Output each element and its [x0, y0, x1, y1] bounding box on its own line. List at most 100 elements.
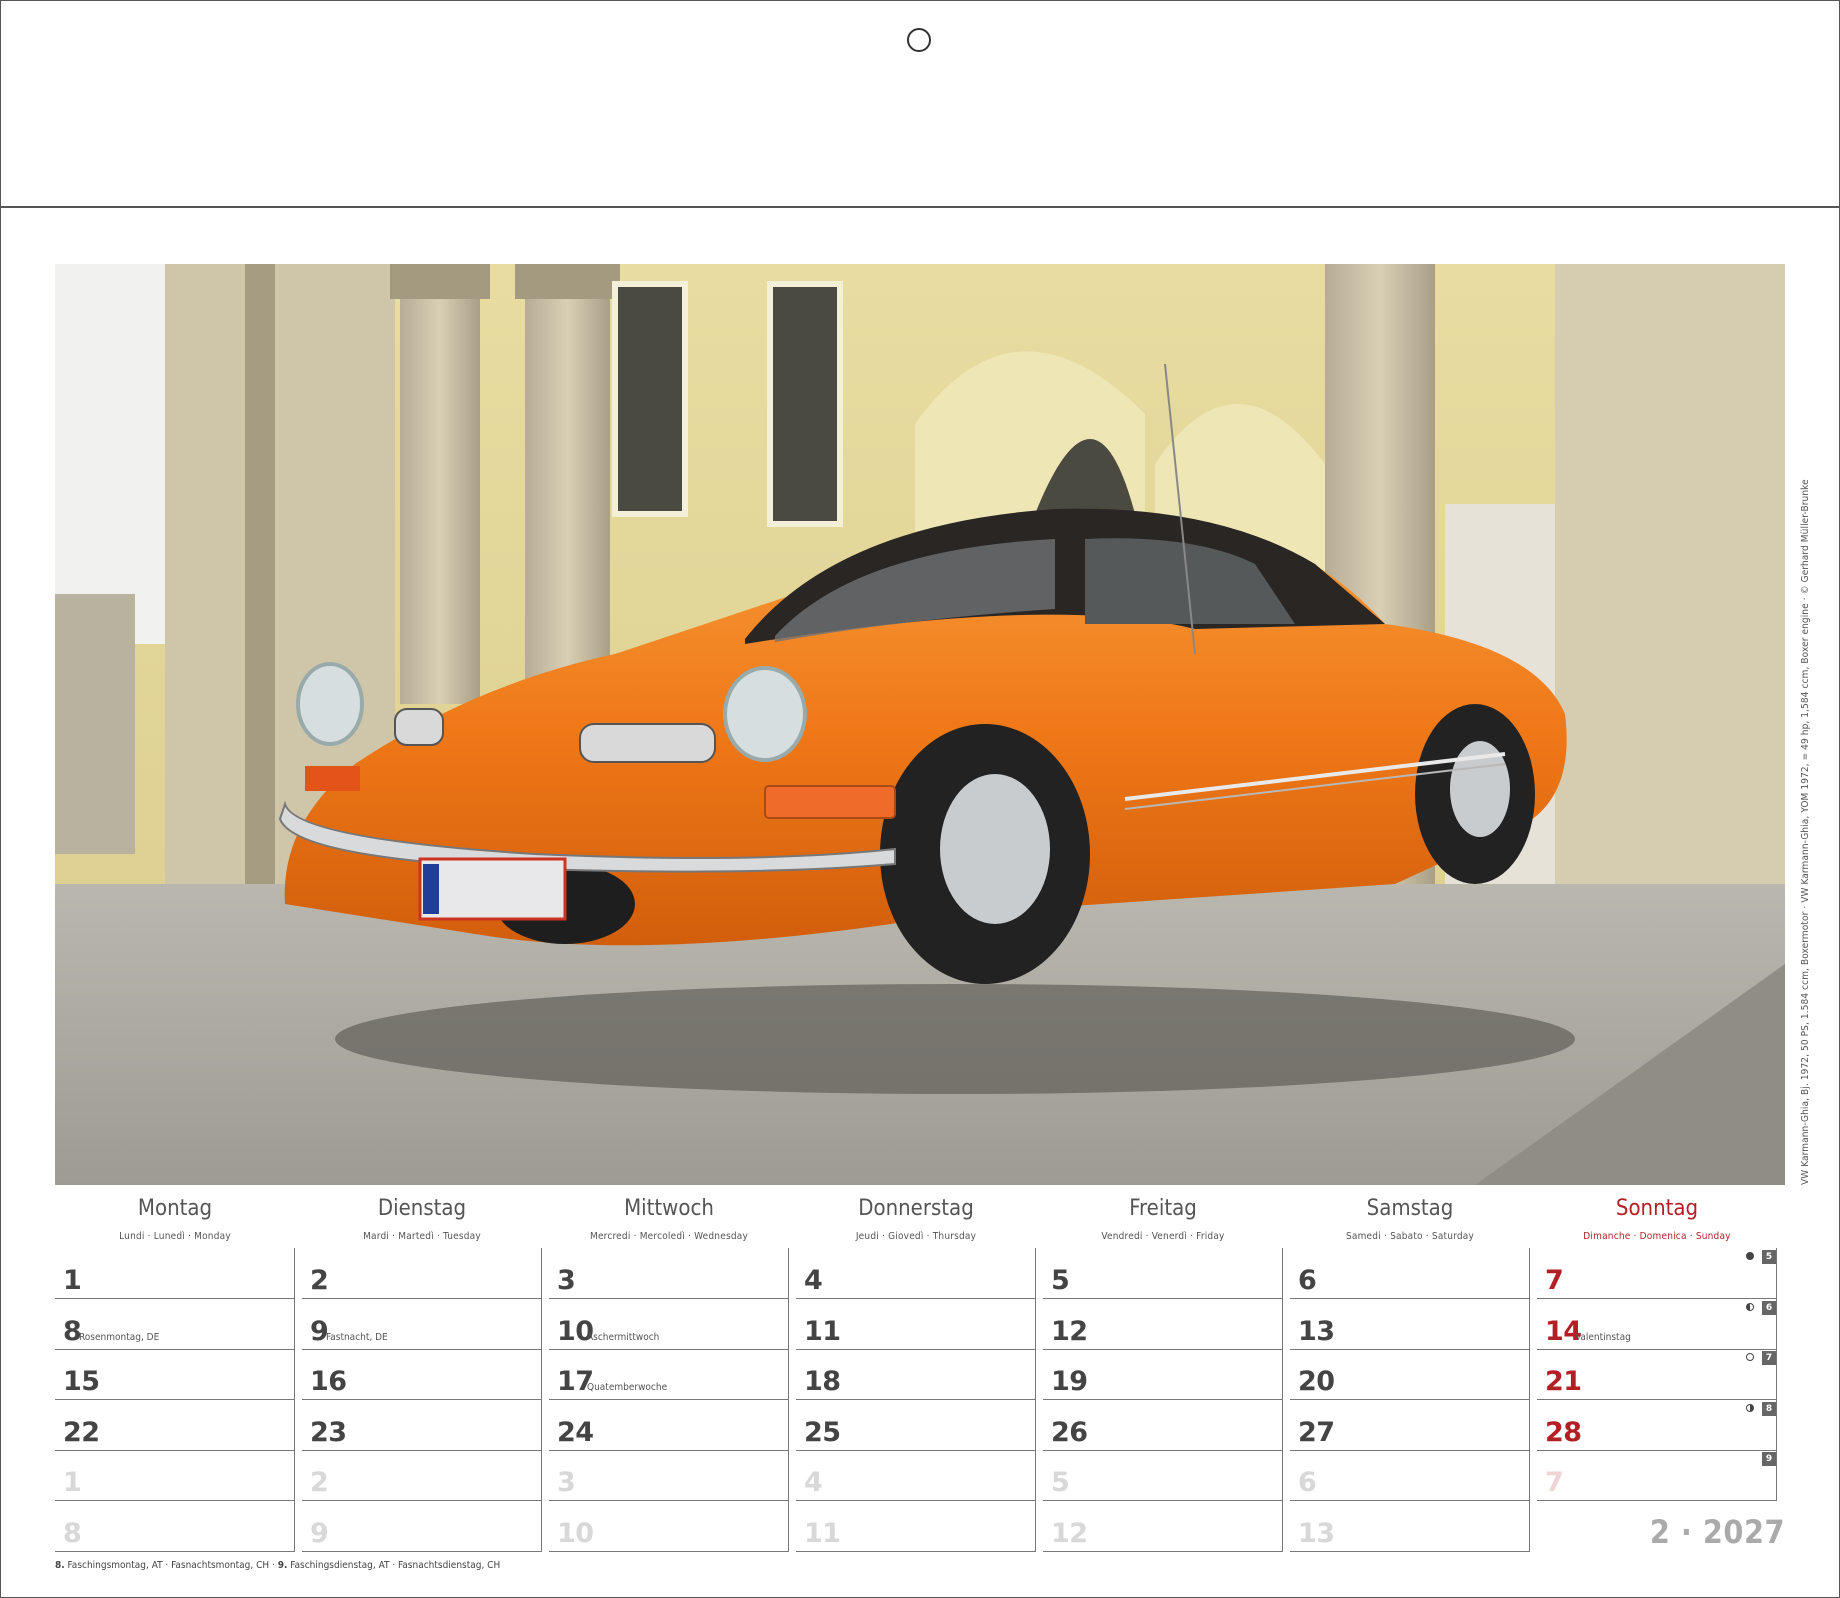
day-cell[interactable]: 8 Rosenmontag, DE [55, 1298, 295, 1350]
day-cell[interactable]: 12 [1043, 1298, 1283, 1350]
weekday-name: Sonntag [1615, 1196, 1699, 1221]
weekday-translations: Dimanche · Domenica · Sunday [1583, 1231, 1731, 1242]
weekday-dienstag: Dienstag Mardi · Martedì · Tuesday [302, 1196, 542, 1242]
weekday-samstag: Samstag Samedi · Sabato · Saturday [1290, 1196, 1530, 1242]
day-cell[interactable]: 3 [549, 1248, 789, 1299]
holiday-footnote: 8. Faschingsmontag, AT · Fasnachtsmontag… [55, 1560, 500, 1571]
day-cell[interactable]: 6 [1290, 1450, 1530, 1501]
weekday-name: Donnerstag [858, 1196, 974, 1221]
day-number: 8 [63, 1517, 82, 1549]
day-number: 2 [310, 1265, 329, 1296]
day-number: 27 [1298, 1416, 1335, 1448]
footnote-text-2: Faschingsdienstag, AT · Fasnachtsdiensta… [287, 1560, 501, 1571]
weekday-donnerstag: Donnerstag Jeudi · Giovedì · Thursday [796, 1196, 1036, 1242]
day-cell[interactable]: 17 Quatemberwoche [549, 1349, 789, 1400]
day-cell[interactable]: 24 [549, 1399, 789, 1451]
day-number: 11 [804, 1315, 841, 1347]
day-cell[interactable]: 5 [1043, 1450, 1283, 1501]
week-number-badge: 5 [1762, 1250, 1776, 1264]
day-cell[interactable]: 13 [1290, 1500, 1530, 1552]
day-number: 23 [310, 1416, 347, 1448]
footnote-text-1: Faschingsmontag, AT · Fasnachtsmontag, C… [64, 1560, 278, 1571]
day-number: 6 [1298, 1265, 1317, 1296]
day-cell[interactable]: 28 8 [1537, 1399, 1777, 1451]
day-number: 7 [1545, 1467, 1564, 1498]
week-number-badge: 9 [1762, 1452, 1776, 1466]
weekday-name: Dienstag [377, 1196, 467, 1221]
day-number: 21 [1545, 1366, 1582, 1397]
day-number: 28 [1545, 1416, 1582, 1448]
day-number: 18 [804, 1366, 841, 1397]
day-cell[interactable]: 12 [1043, 1500, 1283, 1552]
day-cell[interactable]: 8 [55, 1500, 295, 1552]
holiday-note: Rosenmontag, DE [79, 1331, 160, 1343]
day-number: 16 [310, 1366, 347, 1397]
day-cell[interactable]: 11 [796, 1500, 1036, 1552]
day-number: 7 [1545, 1265, 1564, 1296]
day-cell[interactable]: 15 [55, 1349, 295, 1400]
day-cell[interactable]: 26 [1043, 1399, 1283, 1451]
hanger-strip [0, 0, 1840, 208]
day-cell[interactable]: 23 [302, 1399, 542, 1451]
day-cell[interactable]: 6 [1290, 1248, 1530, 1299]
day-cell[interactable]: 4 [796, 1450, 1036, 1501]
day-cell[interactable]: 1 [55, 1450, 295, 1501]
day-cell[interactable]: 10 [549, 1500, 789, 1552]
holiday-note: Valentinstag [1575, 1331, 1631, 1343]
weekday-name: Mittwoch [624, 1196, 714, 1221]
day-cell[interactable]: 4 [796, 1248, 1036, 1299]
day-number: 4 [804, 1467, 823, 1498]
day-number: 5 [1051, 1265, 1070, 1296]
day-cell[interactable]: 13 [1290, 1298, 1530, 1350]
day-number: 15 [63, 1366, 100, 1397]
weekday-header-row: Montag Lundi · Lunedì · Monday Dienstag Mar… [55, 1196, 1785, 1248]
day-cell[interactable]: 10 Aschermittwoch [549, 1298, 789, 1350]
day-number: 12 [1051, 1517, 1088, 1549]
week-number-badge: 6 [1762, 1300, 1776, 1315]
day-cell[interactable]: 27 [1290, 1399, 1530, 1451]
day-cell[interactable]: 79 [1537, 1450, 1777, 1501]
day-cell[interactable]: 9 [302, 1500, 542, 1552]
day-cell[interactable]: 2 [302, 1450, 542, 1501]
day-number: 20 [1298, 1366, 1335, 1397]
day-cell[interactable]: 22 [55, 1399, 295, 1451]
weekday-freitag: Freitag Vendredi · Venerdì · Friday [1043, 1196, 1283, 1242]
day-number: 13 [1298, 1315, 1335, 1347]
day-cell[interactable]: 9 Fastnacht, DE [302, 1298, 542, 1350]
week-number-badge: 8 [1762, 1401, 1776, 1416]
weekday-translations: Lundi · Lunedì · Monday [119, 1231, 231, 1242]
weekday-montag: Montag Lundi · Lunedì · Monday [55, 1196, 295, 1242]
day-cell[interactable]: 16 [302, 1349, 542, 1400]
day-cell[interactable]: 14 Valentinstag 6 [1537, 1298, 1777, 1350]
day-number: 10 [557, 1517, 594, 1549]
weekday-translations: Mercredi · Mercoledì · Wednesday [589, 1231, 748, 1242]
day-cell[interactable]: 20 [1290, 1349, 1530, 1400]
day-cell[interactable]: 75 [1537, 1248, 1777, 1299]
day-cell[interactable]: 11 [796, 1298, 1036, 1350]
day-cell[interactable]: 19 [1043, 1349, 1283, 1400]
day-number: 1 [63, 1467, 82, 1498]
moon-phase-last-icon [1746, 1302, 1754, 1311]
day-cell[interactable]: 2 [302, 1248, 542, 1299]
day-number: 12 [1051, 1315, 1088, 1347]
day-cell[interactable]: 25 [796, 1399, 1036, 1451]
month-year-label: 2 · 2027 [1649, 1513, 1785, 1551]
weekday-mittwoch: Mittwoch Mercredi · Mercoledì · Wednesday [549, 1196, 789, 1242]
day-number: 26 [1051, 1416, 1088, 1448]
hanger-hole [907, 28, 931, 52]
footnote-day-1: 8. [55, 1560, 65, 1571]
day-cell[interactable]: 18 [796, 1349, 1036, 1400]
weekday-sonntag: Sonntag Dimanche · Domenica · Sunday [1537, 1196, 1777, 1242]
holiday-note: Aschermittwoch [587, 1331, 660, 1343]
week-number-badge: 7 [1762, 1351, 1776, 1365]
day-number: 9 [310, 1517, 329, 1549]
day-cell[interactable]: 3 [549, 1450, 789, 1501]
weekday-name: Montag [137, 1196, 213, 1221]
weekday-translations: Mardi · Martedì · Tuesday [363, 1231, 481, 1242]
day-cell[interactable]: 21 7 [1537, 1349, 1777, 1400]
day-number: 24 [557, 1416, 594, 1448]
day-number: 1 [63, 1265, 82, 1296]
day-cell[interactable]: 1 [55, 1248, 295, 1299]
day-number: 2 [310, 1467, 329, 1498]
day-cell[interactable]: 5 [1043, 1248, 1283, 1299]
